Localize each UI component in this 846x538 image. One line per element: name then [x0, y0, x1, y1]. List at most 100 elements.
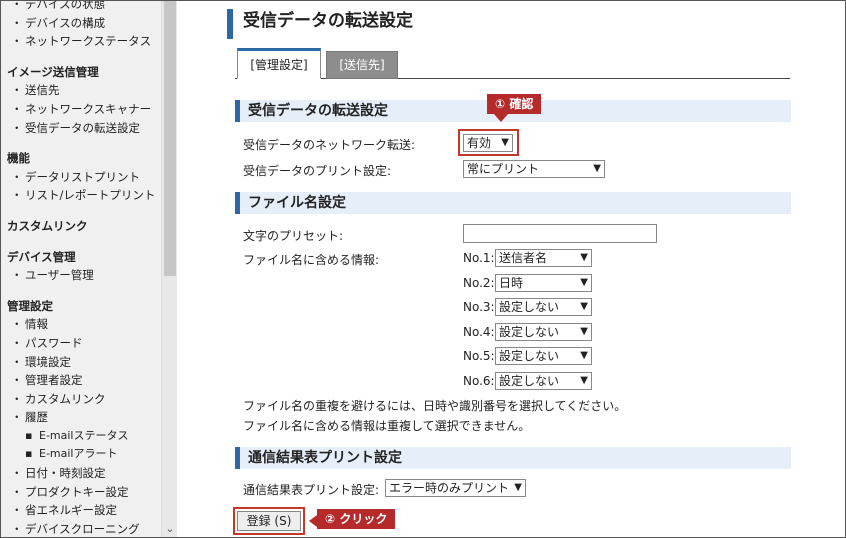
chevron-down-icon: ▼ [514, 482, 522, 493]
sidebar-item[interactable]: ▪ E-mailアラート [1, 445, 161, 464]
bullet-icon: ・ [11, 466, 23, 481]
sidebar-item-label: パスワード [25, 335, 83, 350]
bullet-icon: ・ [11, 317, 23, 332]
sidebar-item[interactable]: ・履歴 [1, 408, 161, 427]
callout-highlight-confirm [458, 129, 519, 156]
sidebar-nav: ・デバイスの状態・デバイスの構成・ネットワークステータス イメージ送信管理・送信先… [1, 1, 161, 537]
sidebar-item[interactable]: ・日付・時刻設定 [1, 464, 161, 483]
chevron-down-icon: ▼ [580, 252, 588, 263]
sidebar-item[interactable]: ▪ E-mailステータス [1, 427, 161, 446]
chevron-down-icon[interactable]: ⌄ [164, 523, 176, 535]
chevron-down-icon: ▼ [580, 350, 588, 362]
bullet-icon: ・ [11, 188, 23, 203]
sidebar-item[interactable]: ・パスワード [1, 334, 161, 353]
sidebar-item-label: デバイスの状態 [25, 1, 106, 11]
chevron-down-icon: ▼ [580, 276, 588, 288]
sidebar-item-label: カスタムリンク [25, 391, 106, 406]
filename-field-select[interactable]: 設定しない ▼ [495, 322, 592, 341]
filename-field-select[interactable]: 設定しない ▼ [495, 372, 592, 390]
sidebar-item-label: 日付・時刻設定 [25, 466, 106, 481]
tab-destination[interactable]: [送信先] [326, 51, 398, 79]
bullet-icon: ・ [11, 521, 23, 536]
preset-text-input[interactable] [463, 224, 657, 243]
filename-field-select[interactable]: 日時 ▼ [495, 273, 592, 292]
sidebar-item-label: 省エネルギー設定 [25, 503, 117, 518]
bullet-icon: ▪ [25, 447, 33, 461]
sidebar-item[interactable]: ・ネットワークスキャナー [1, 100, 161, 119]
sidebar-section-heading: 機能 [7, 151, 30, 166]
bullet-icon: ・ [11, 169, 23, 184]
bullet-icon: ・ [11, 83, 23, 98]
callout-confirm-tag: ① 確認 [487, 94, 542, 114]
callout-click-tag: ② クリック [317, 509, 396, 529]
bullet-icon: ・ [11, 354, 23, 369]
sidebar-item[interactable]: ・省エネルギー設定 [1, 501, 161, 520]
sidebar-item[interactable]: ・カスタムリンク [1, 390, 161, 409]
sidebar-item[interactable]: ・送信先 [1, 81, 161, 100]
bullet-icon: ・ [11, 15, 23, 30]
sidebar-item[interactable]: ・環境設定 [1, 353, 161, 372]
filename-field-number: No.6: [463, 374, 495, 388]
sidebar-item-label: 履歴 [25, 410, 48, 425]
sidebar-item-label: リスト/レポートプリント [25, 188, 156, 203]
sidebar-item[interactable]: ・ユーザー管理 [1, 266, 161, 285]
sidebar-item-label: ネットワークスキャナー [25, 101, 152, 116]
bullet-icon: ・ [11, 373, 23, 388]
sidebar-item[interactable]: ・デバイスクローニング [1, 520, 161, 537]
sidebar-item-label: ユーザー管理 [25, 268, 94, 283]
filename-field-select[interactable]: 送信者名 ▼ [495, 249, 592, 267]
sidebar-item[interactable]: ・ネットワークステータス [1, 32, 161, 51]
chevron-down-icon: ▼ [580, 325, 588, 337]
print-setting-select[interactable]: 常にプリント ▼ [463, 160, 605, 178]
sidebar-item-label: 管理者設定 [25, 373, 83, 388]
network-transfer-label: 受信データのネットワーク転送: [243, 138, 416, 152]
report-print-label: 通信結果表プリント設定: [243, 483, 380, 497]
bullet-icon: ・ [11, 484, 23, 499]
sidebar-item[interactable]: ・管理者設定 [1, 371, 161, 390]
filename-info-label: ファイル名に含める情報: [243, 253, 380, 267]
report-print-select[interactable]: エラー時のみプリント ▼ [385, 479, 526, 497]
sidebar-item[interactable]: ・プロダクトキー設定 [1, 483, 161, 502]
chevron-down-icon: ▼ [580, 375, 588, 386]
sidebar-item[interactable]: ・情報 [1, 315, 161, 334]
section-title-filename: ファイル名設定 [235, 192, 791, 214]
sidebar-item-label: データリストプリント [25, 169, 140, 184]
sidebar-item-label: 受信データの転送設定 [25, 120, 140, 135]
sidebar-item[interactable]: ・デバイスの状態 [1, 1, 161, 14]
filename-field-number: No.4: [463, 324, 495, 339]
filename-field-select[interactable]: 設定しない ▼ [495, 298, 592, 317]
bullet-icon: ▪ [25, 428, 33, 442]
sidebar-item-label: 環境設定 [25, 354, 71, 369]
bullet-icon: ・ [11, 391, 23, 406]
sidebar-item[interactable]: ・デバイスの構成 [1, 14, 161, 33]
chevron-down-icon: ▼ [593, 163, 601, 174]
filename-field-select[interactable]: 設定しない ▼ [495, 347, 592, 366]
bullet-icon: ・ [11, 268, 23, 283]
sidebar-item-label: デバイスクローニング [25, 521, 140, 536]
filename-field-number: No.5: [463, 349, 495, 364]
bullet-icon: ・ [11, 410, 23, 425]
filename-note-2: ファイル名に含める情報は重複して選択できません。 [243, 419, 531, 433]
sidebar-section-heading: イメージ送信管理 [7, 64, 99, 79]
sidebar-item[interactable]: ・リスト/レポートプリント [1, 186, 161, 205]
chevron-down-icon: ▼ [580, 301, 588, 313]
bullet-icon: ・ [11, 101, 23, 116]
filename-note-1: ファイル名の重複を避けるには、日時や識別番号を選択してください。 [243, 399, 627, 413]
page-title: 受信データの転送設定 [227, 9, 413, 39]
sidebar-item[interactable]: ・受信データの転送設定 [1, 119, 161, 138]
sidebar-scrollbar[interactable]: ⌄ [161, 1, 177, 537]
register-button[interactable]: 登録 (S) [237, 511, 301, 531]
sidebar-item-label: 送信先 [25, 83, 60, 98]
scrollbar-thumb[interactable] [164, 1, 176, 276]
sidebar-item[interactable]: ・データリストプリント [1, 168, 161, 187]
callout-arrow-icon [309, 515, 317, 527]
window-frame: ・デバイスの状態・デバイスの構成・ネットワークステータス イメージ送信管理・送信先… [0, 0, 846, 538]
bullet-icon: ・ [11, 503, 23, 518]
bullet-icon: ・ [11, 34, 23, 49]
tab-bar: [管理設定] [送信先] [235, 48, 790, 79]
filename-field-number: No.1: [463, 251, 495, 265]
tab-management-settings[interactable]: [管理設定] [237, 48, 321, 79]
callout-arrow-icon [494, 114, 508, 122]
bullet-icon: ・ [11, 1, 23, 11]
sidebar-item-label: ネットワークステータス [25, 34, 152, 49]
